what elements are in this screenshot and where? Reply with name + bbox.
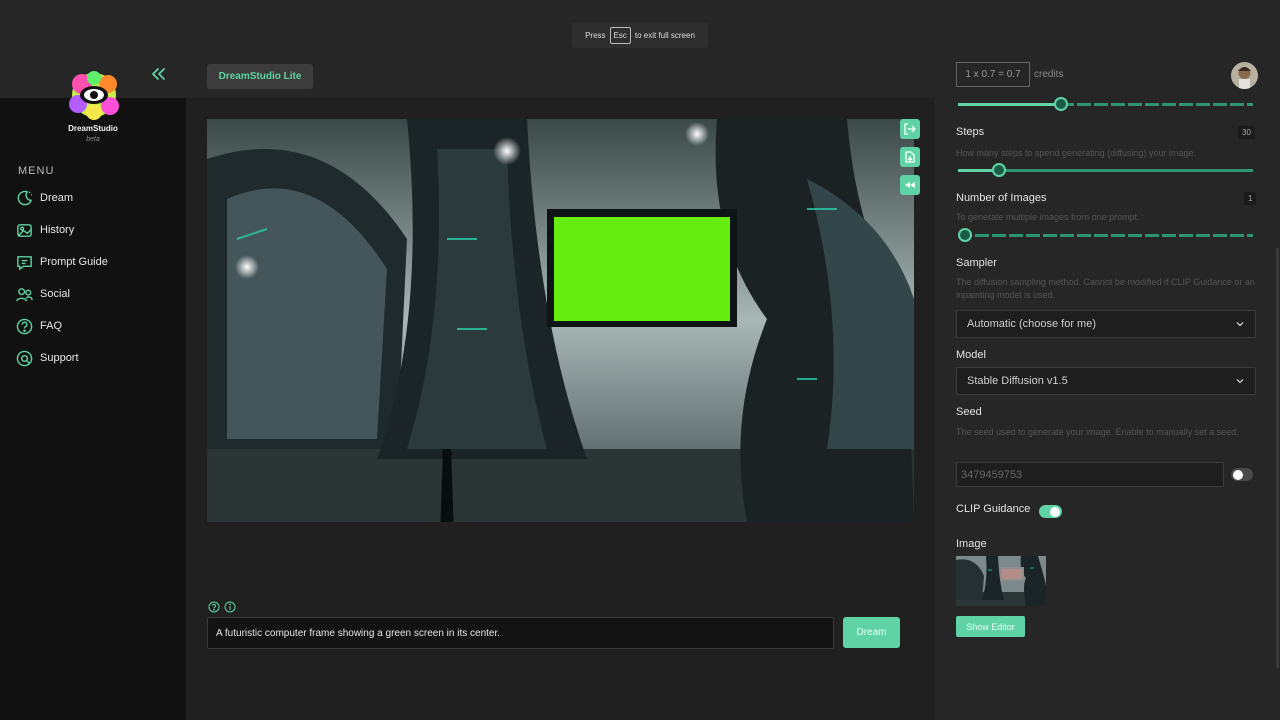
brand-name: DreamStudio xyxy=(68,124,118,133)
chevron-down-icon xyxy=(1236,322,1244,327)
nav-label: History xyxy=(40,224,75,236)
menu-label: MENU xyxy=(18,165,55,177)
dream-button[interactable]: Dream xyxy=(843,617,900,648)
nav-item-social[interactable]: Social xyxy=(16,283,166,305)
sampler-label: Sampler xyxy=(956,257,997,269)
model-label: Model xyxy=(956,349,986,361)
model-selected: Stable Diffusion v1.5 xyxy=(967,375,1068,387)
nav-item-prompt-guide[interactable]: Prompt Guide xyxy=(16,251,166,273)
brand-sub: beta xyxy=(86,136,100,143)
nav-item-support[interactable]: Support xyxy=(16,347,166,369)
num-images-label: Number of Images xyxy=(956,192,1047,204)
num-images-description: To generate multiple images from one pro… xyxy=(956,212,1140,222)
support-icon xyxy=(16,350,33,366)
dreamstudio-lite-chip[interactable]: DreamStudio Lite xyxy=(207,64,313,89)
download-button[interactable] xyxy=(900,147,920,167)
image-label: Image xyxy=(956,538,987,550)
chevron-down-icon xyxy=(1236,379,1244,384)
social-icon xyxy=(16,287,33,301)
clip-guidance-toggle[interactable] xyxy=(1039,505,1062,518)
collapse-sidebar-icon[interactable] xyxy=(150,66,166,82)
generated-image xyxy=(207,119,914,522)
nav-item-dream[interactable]: Dream xyxy=(16,187,166,209)
nav-label: Social xyxy=(40,288,70,300)
settings-scrollbar[interactable] xyxy=(1276,248,1279,668)
credits-label: credits xyxy=(1034,69,1064,80)
toggle-knob xyxy=(1233,469,1243,480)
nav-label: FAQ xyxy=(40,320,63,332)
nav-item-faq[interactable]: FAQ xyxy=(16,315,166,337)
history-icon xyxy=(17,223,32,237)
avatar[interactable] xyxy=(1231,62,1258,89)
nav-item-history[interactable]: History xyxy=(16,219,166,241)
dream-icon xyxy=(17,190,33,205)
nav-label: Support xyxy=(40,352,79,364)
init-image-thumbnail[interactable] xyxy=(956,556,1046,606)
cfg-slider[interactable] xyxy=(958,97,1253,111)
model-select[interactable]: Stable Diffusion v1.5 xyxy=(956,367,1256,395)
help-icon[interactable] xyxy=(208,601,220,613)
sampler-select[interactable]: Automatic (choose for me) xyxy=(956,310,1256,338)
prompt-input[interactable]: A futuristic computer frame showing a gr… xyxy=(207,617,834,649)
seed-description: The seed used to generate your image. En… xyxy=(956,427,1239,437)
prompt-guide-icon xyxy=(17,255,32,271)
slider-knob[interactable] xyxy=(958,228,972,242)
sampler-selected: Automatic (choose for me) xyxy=(967,318,1096,330)
sampler-description: The diffusion sampling method. Cannot be… xyxy=(956,277,1255,300)
fullscreen-toast: Press Esc to exit full screen xyxy=(572,22,708,48)
slider-track xyxy=(958,234,1253,237)
num-images-value: 1 xyxy=(1244,192,1257,205)
dreamstudio-logo xyxy=(66,70,122,120)
steps-slider[interactable] xyxy=(958,163,1253,177)
steps-label: Steps xyxy=(956,126,985,138)
info-icon[interactable] xyxy=(224,601,236,613)
toggle-knob xyxy=(1050,506,1060,517)
clip-guidance-label: CLIP Guidance xyxy=(956,503,1031,515)
faq-icon xyxy=(16,318,33,334)
seed-toggle[interactable] xyxy=(1231,468,1253,481)
export-icon xyxy=(904,123,916,135)
seed-label: Seed xyxy=(956,406,982,418)
show-editor-button[interactable]: Show Editor xyxy=(956,616,1025,637)
steps-description: How many steps to spend generating (diff… xyxy=(956,148,1196,158)
nav-label: Prompt Guide xyxy=(40,256,108,268)
rewind-icon xyxy=(905,182,915,188)
export-button[interactable] xyxy=(900,119,920,139)
rewind-button[interactable] xyxy=(900,175,920,195)
num-images-slider[interactable] xyxy=(958,228,1253,242)
nav-label: Dream xyxy=(40,192,74,204)
toast-suffix: to exit full screen xyxy=(634,30,695,40)
download-file-icon xyxy=(905,151,915,163)
toast-press: Press xyxy=(585,30,606,40)
steps-value: 30 xyxy=(1238,126,1255,139)
credits-formula: 1 x 0.7 = 0.7 xyxy=(956,62,1030,87)
seed-input[interactable]: 3479459753 xyxy=(956,462,1224,487)
slider-fill xyxy=(958,103,1062,106)
esc-key: Esc xyxy=(609,26,631,44)
prompt-help-icons xyxy=(208,601,236,613)
